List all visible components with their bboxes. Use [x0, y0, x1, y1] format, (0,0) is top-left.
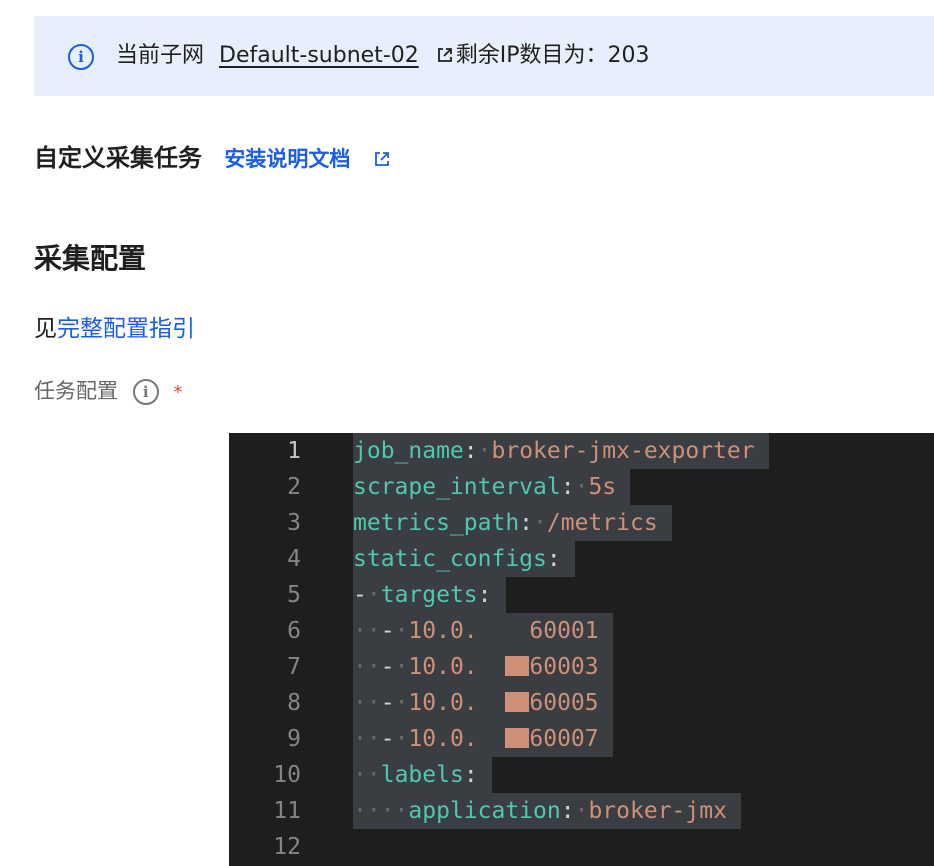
subnet-link[interactable]: Default-subnet-02: [219, 43, 419, 68]
editor-line[interactable]: 10 ··labels:: [229, 757, 934, 793]
code-line[interactable]: -·targets:: [353, 577, 506, 613]
editor-line[interactable]: 1 job_name:·broker-jmx-exporter: [229, 433, 934, 469]
line-number: 10: [273, 762, 301, 788]
yaml-key: labels: [380, 762, 464, 788]
port-value: 60001: [529, 618, 599, 644]
yaml-key: application: [408, 798, 561, 824]
yaml-key: metrics_path: [353, 510, 520, 536]
info-circle-icon: i: [68, 44, 94, 70]
yaml-key: targets: [380, 582, 478, 608]
line-number: 8: [287, 690, 301, 716]
yaml-indent: ·: [353, 762, 367, 788]
yaml-value: broker-jmx-exporter: [491, 438, 755, 464]
yaml-value: broker-jmx: [588, 798, 727, 824]
task-config-label-text: 任务配置: [34, 379, 118, 403]
code-line[interactable]: ··-·10.0. 60007: [353, 721, 613, 757]
info-circle-icon[interactable]: i: [132, 379, 159, 405]
editor-line[interactable]: 4 static_configs:: [229, 541, 934, 577]
yaml-dash: -: [380, 618, 395, 644]
external-link-icon[interactable]: [373, 150, 391, 168]
line-number: 12: [273, 834, 301, 860]
yaml-indent: ··: [353, 690, 381, 716]
code-line[interactable]: ····application:·broker-jmx: [353, 793, 741, 829]
line-number: 1: [287, 438, 301, 464]
line-number: 7: [287, 654, 301, 680]
line-number: 5: [287, 582, 301, 608]
external-link-icon[interactable]: [436, 46, 454, 64]
code-line[interactable]: ··-·10.0. 60003: [353, 649, 613, 685]
editor-line[interactable]: 9 ··-·10.0. 60007: [229, 721, 934, 757]
yaml-indent: ··: [353, 726, 381, 752]
yaml-dash: -: [380, 654, 395, 680]
line-number: 4: [287, 546, 301, 572]
editor-line[interactable]: 7 ··-·10.0. 60003: [229, 649, 934, 685]
ip-prefix: 10.0.: [408, 618, 478, 644]
full-config-guide-link[interactable]: 完整配置指引: [57, 316, 195, 342]
line-number: 11: [273, 798, 301, 824]
yaml-dash: -: [353, 582, 367, 608]
editor-line[interactable]: 6 ··-·10.0. 60001: [229, 613, 934, 649]
code-line[interactable]: ··labels:: [353, 757, 492, 793]
redacted-ip-segment: [505, 656, 530, 676]
editor-line[interactable]: 11 ····application:·broker-jmx: [229, 793, 934, 829]
redacted-ip-segment: [505, 692, 530, 712]
custom-task-title: 自定义采集任务: [34, 144, 202, 172]
editor-line[interactable]: 12: [229, 829, 934, 865]
port-value: 60003: [529, 654, 599, 680]
yaml-key: scrape_interval: [353, 474, 561, 500]
ip-prefix: 10.0.: [408, 690, 478, 716]
yaml-key: static_configs: [353, 546, 547, 572]
port-value: 60007: [529, 726, 599, 752]
yaml-indent: ···: [353, 798, 395, 824]
editor-line[interactable]: 2 scrape_interval:·5s: [229, 469, 934, 505]
required-mark: *: [173, 382, 183, 403]
ip-prefix: 10.0.: [408, 654, 478, 680]
editor-line[interactable]: 3 metrics_path:·/metrics: [229, 505, 934, 541]
yaml-key: job_name: [353, 438, 464, 464]
line-number: 6: [287, 618, 301, 644]
code-line[interactable]: ··-·10.0. 60005: [353, 685, 613, 721]
line-number: 9: [287, 726, 301, 752]
yaml-code-editor[interactable]: 1 job_name:·broker-jmx-exporter 2 scrape…: [229, 433, 934, 866]
code-line[interactable]: metrics_path:·/metrics: [353, 505, 672, 541]
code-line[interactable]: job_name:·broker-jmx-exporter: [353, 433, 769, 469]
config-guide-line: 见完整配置指引: [34, 312, 195, 346]
yaml-value: 5s: [588, 474, 617, 500]
redacted-ip-segment: [505, 728, 530, 748]
see-prefix: 见: [34, 316, 57, 342]
editor-line[interactable]: 8 ··-·10.0. 60005: [229, 685, 934, 721]
install-doc-link[interactable]: 安装说明文档: [224, 147, 350, 171]
yaml-indent: ··: [353, 618, 381, 644]
subnet-prefix: 当前子网: [116, 43, 205, 68]
code-line[interactable]: scrape_interval:·5s: [353, 469, 631, 505]
yaml-dash: -: [380, 690, 395, 716]
code-line[interactable]: ··-·10.0. 60001: [353, 613, 613, 649]
line-number: 3: [287, 510, 301, 536]
yaml-indent: ··: [353, 654, 381, 680]
line-number: 2: [287, 474, 301, 500]
task-config-label: 任务配置 i *: [34, 374, 182, 410]
collect-config-title: 采集配置: [34, 242, 147, 275]
ip-prefix: 10.0.: [408, 726, 478, 752]
port-value: 60005: [529, 690, 599, 716]
remaining-ip-text: 剩余IP数目为：203: [455, 43, 650, 68]
custom-task-heading: 自定义采集任务 安装说明文档: [34, 140, 393, 177]
code-line[interactable]: static_configs:: [353, 541, 575, 577]
subnet-info-banner: i 当前子网 Default-subnet-02 剩余IP数目为：203: [34, 16, 934, 96]
editor-line[interactable]: 5 -·targets:: [229, 577, 934, 613]
yaml-dash: -: [380, 726, 395, 752]
subnet-info-text: 当前子网 Default-subnet-02 剩余IP数目为：203: [116, 40, 650, 72]
yaml-value: /metrics: [546, 510, 658, 536]
redacted-ip-segment: [478, 620, 502, 640]
